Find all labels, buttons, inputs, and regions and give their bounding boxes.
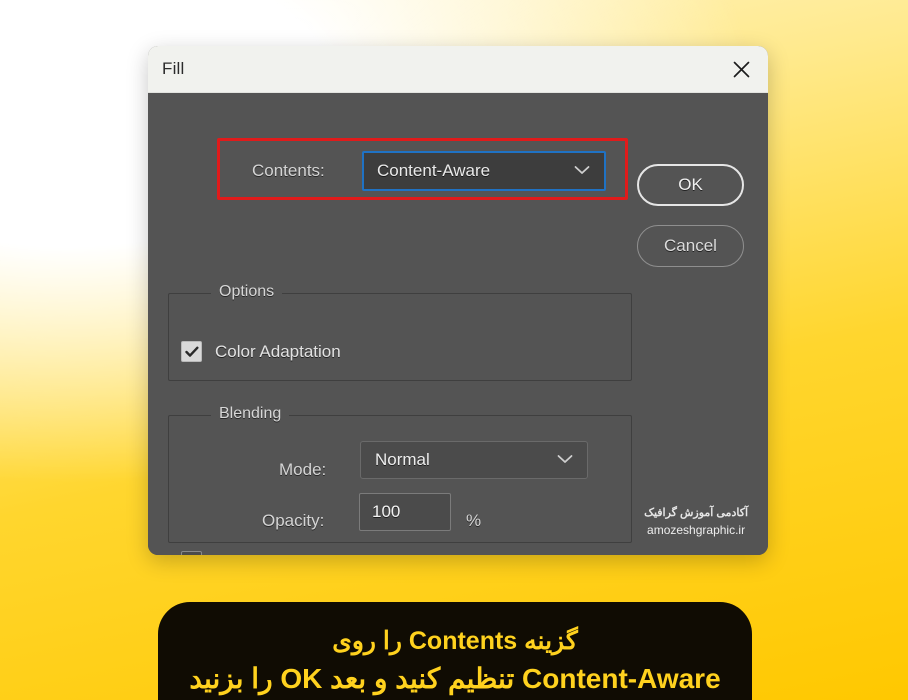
cancel-button-label: Cancel <box>664 236 717 255</box>
color-adaptation-label: Color Adaptation <box>215 341 341 361</box>
options-group: Options <box>168 283 632 381</box>
watermark-brand: آکادمی آموزش گرافیک <box>644 507 748 519</box>
opacity-input-value: 100 <box>372 502 401 521</box>
opacity-input[interactable]: 100 <box>359 493 451 531</box>
caption-line-1: گزینه Contents را روی <box>332 626 578 655</box>
chevron-down-icon <box>557 451 573 469</box>
mode-dropdown[interactable]: Normal <box>360 441 588 479</box>
fill-dialog: Fill Contents: Content-Aware OK Cancel O… <box>148 46 768 555</box>
watermark-url: amozeshgraphic.ir <box>647 523 746 537</box>
contents-label: Contents: <box>252 161 325 180</box>
blending-group-label: Blending <box>211 405 290 423</box>
preserve-transparency-row[interactable]: Preserve Transparency <box>181 551 391 555</box>
cancel-button[interactable]: Cancel <box>637 225 744 267</box>
watermark: آکادمی آموزش گرافیک amozeshgraphic.ir <box>644 506 748 537</box>
dialog-title: Fill <box>162 59 185 78</box>
ok-button[interactable]: OK <box>637 164 744 206</box>
preserve-transparency-checkbox[interactable] <box>181 551 202 555</box>
close-icon[interactable] <box>724 54 758 84</box>
checkmark-icon <box>184 346 198 357</box>
mode-dropdown-value: Normal <box>375 450 430 469</box>
color-adaptation-checkbox[interactable] <box>181 341 202 362</box>
contents-dropdown[interactable]: Content-Aware <box>362 151 606 191</box>
dialog-body: Contents: Content-Aware OK Cancel Option… <box>148 93 768 555</box>
mode-label: Mode: <box>279 460 327 479</box>
dialog-titlebar: Fill <box>148 46 768 93</box>
color-adaptation-row[interactable]: Color Adaptation <box>181 341 341 362</box>
chevron-down-icon <box>574 162 590 180</box>
opacity-label: Opacity: <box>262 511 325 530</box>
opacity-unit: % <box>466 511 482 530</box>
preserve-transparency-label: Preserve Transparency <box>215 552 391 556</box>
ok-button-label: OK <box>678 175 703 194</box>
caption-banner: گزینه Contents را روی Content-Aware تنظی… <box>158 602 752 700</box>
options-group-label: Options <box>211 283 283 301</box>
caption-line-2: Content-Aware تنظیم کنید و بعد OK را بزن… <box>189 663 721 695</box>
contents-dropdown-value: Content-Aware <box>377 161 491 180</box>
